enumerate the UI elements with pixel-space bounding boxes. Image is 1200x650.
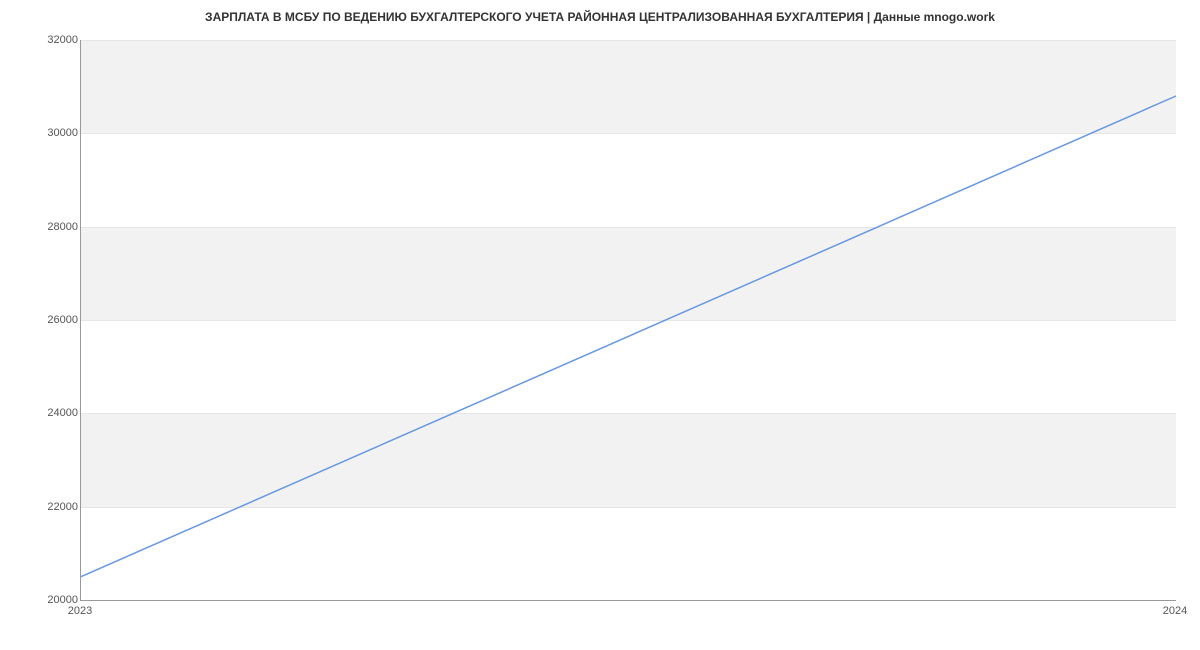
chart-container: ЗАРПЛАТА В МСБУ ПО ВЕДЕНИЮ БУХГАЛТЕРСКОГ… — [0, 0, 1200, 650]
y-tick-label: 22000 — [18, 501, 78, 513]
y-tick-label: 30000 — [18, 127, 78, 139]
y-tick-label: 32000 — [18, 34, 78, 46]
y-tick-label: 24000 — [18, 407, 78, 419]
x-tick-label: 2024 — [1163, 605, 1187, 617]
chart-title: ЗАРПЛАТА В МСБУ ПО ВЕДЕНИЮ БУХГАЛТЕРСКОГ… — [0, 0, 1200, 30]
plot-area — [80, 40, 1176, 601]
salary-line — [81, 96, 1176, 577]
y-tick-label: 26000 — [18, 314, 78, 326]
y-tick-label: 28000 — [18, 221, 78, 233]
chart-line-svg — [81, 40, 1176, 600]
x-tick-label: 2023 — [68, 605, 92, 617]
